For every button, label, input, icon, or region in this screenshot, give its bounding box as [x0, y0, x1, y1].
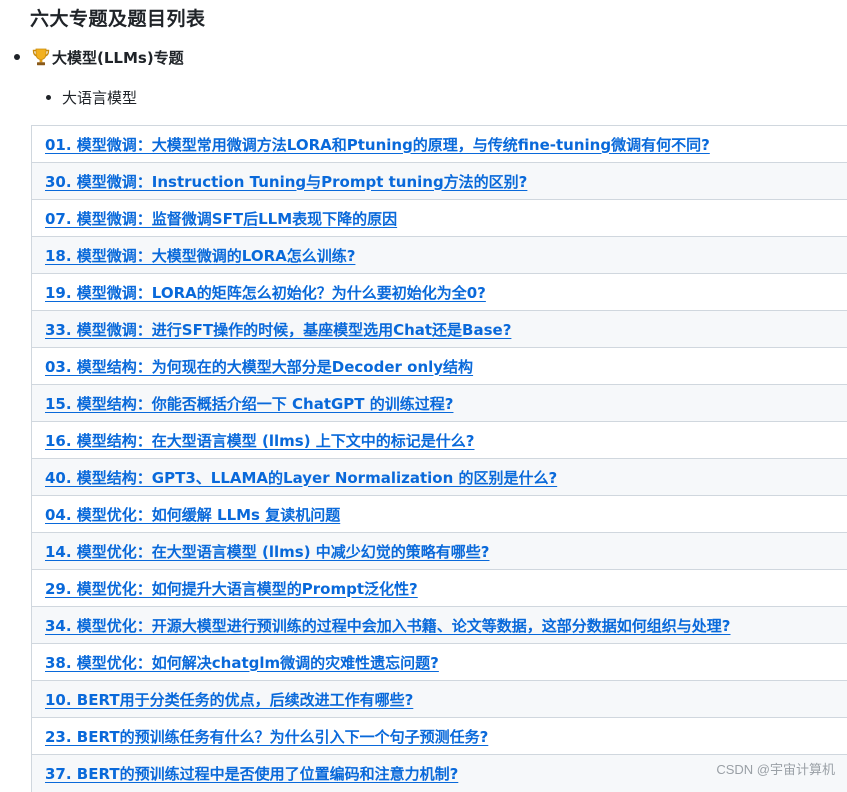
- topic-item: 大模型(LLMs)专题: [14, 44, 184, 70]
- question-link[interactable]: 03. 模型结构：为何现在的大模型大部分是Decoder only结构: [45, 358, 473, 376]
- subtopic-label: 大语言模型: [62, 87, 137, 108]
- table-cell: 10. BERT用于分类任务的优点，后续改进工作有哪些?: [32, 681, 847, 718]
- table-cell: 34. 模型优化：开源大模型进行预训练的过程中会加入书籍、论文等数据，这部分数据…: [32, 607, 847, 644]
- question-link[interactable]: 07. 模型微调：监督微调SFT后LLM表现下降的原因: [45, 210, 397, 228]
- question-link[interactable]: 29. 模型优化：如何提升大语言模型的Prompt泛化性?: [45, 580, 418, 598]
- table-cell: 40. 模型结构：GPT3、LLAMA的Layer Normalization …: [32, 459, 847, 496]
- table-cell: 04. 模型优化：如何缓解 LLMs 复读机问题: [32, 496, 847, 533]
- table-row: 40. 模型结构：GPT3、LLAMA的Layer Normalization …: [32, 459, 847, 496]
- question-link[interactable]: 16. 模型结构：在大型语言模型 (llms) 上下文中的标记是什么?: [45, 432, 475, 450]
- question-link[interactable]: 10. BERT用于分类任务的优点，后续改进工作有哪些?: [45, 691, 413, 709]
- table-row: 04. 模型优化：如何缓解 LLMs 复读机问题: [32, 496, 847, 533]
- table-row: 19. 模型微调：LORA的矩阵怎么初始化？为什么要初始化为全0?: [32, 274, 847, 311]
- question-link[interactable]: 15. 模型结构：你能否概括介绍一下 ChatGPT 的训练过程?: [45, 395, 453, 413]
- table-row: 10. BERT用于分类任务的优点，后续改进工作有哪些?: [32, 681, 847, 718]
- table-row: 14. 模型优化：在大型语言模型 (llms) 中减少幻觉的策略有哪些?: [32, 533, 847, 570]
- table-cell: 16. 模型结构：在大型语言模型 (llms) 上下文中的标记是什么?: [32, 422, 847, 459]
- table-row: 18. 模型微调：大模型微调的LORA怎么训练?: [32, 237, 847, 274]
- table-cell: 19. 模型微调：LORA的矩阵怎么初始化？为什么要初始化为全0?: [32, 274, 847, 311]
- question-link[interactable]: 01. 模型微调：大模型常用微调方法LORA和Ptuning的原理，与传统fin…: [45, 136, 710, 154]
- question-link[interactable]: 19. 模型微调：LORA的矩阵怎么初始化？为什么要初始化为全0?: [45, 284, 486, 302]
- table-row: 07. 模型微调：监督微调SFT后LLM表现下降的原因: [32, 200, 847, 237]
- table-row: 30. 模型微调：Instruction Tuning与Prompt tunin…: [32, 163, 847, 200]
- table-row: 23. BERT的预训练任务有什么？为什么引入下一个句子预测任务?: [32, 718, 847, 755]
- table-cell: 38. 模型优化：如何解决chatglm微调的灾难性遗忘问题?: [32, 644, 847, 681]
- question-link[interactable]: 40. 模型结构：GPT3、LLAMA的Layer Normalization …: [45, 469, 557, 487]
- table-row: 01. 模型微调：大模型常用微调方法LORA和Ptuning的原理，与传统fin…: [32, 126, 847, 163]
- page-title: 六大专题及题目列表: [30, 4, 206, 34]
- table-row: 33. 模型微调：进行SFT操作的时候，基座模型选用Chat还是Base?: [32, 311, 847, 348]
- question-link[interactable]: 33. 模型微调：进行SFT操作的时候，基座模型选用Chat还是Base?: [45, 321, 511, 339]
- table-cell: 29. 模型优化：如何提升大语言模型的Prompt泛化性?: [32, 570, 847, 607]
- table-row: 29. 模型优化：如何提升大语言模型的Prompt泛化性?: [32, 570, 847, 607]
- table-cell: 01. 模型微调：大模型常用微调方法LORA和Ptuning的原理，与传统fin…: [32, 126, 847, 163]
- question-table: 01. 模型微调：大模型常用微调方法LORA和Ptuning的原理，与传统fin…: [31, 125, 847, 792]
- table-row: 38. 模型优化：如何解决chatglm微调的灾难性遗忘问题?: [32, 644, 847, 681]
- question-link[interactable]: 23. BERT的预训练任务有什么？为什么引入下一个句子预测任务?: [45, 728, 488, 746]
- question-link[interactable]: 14. 模型优化：在大型语言模型 (llms) 中减少幻觉的策略有哪些?: [45, 543, 490, 561]
- topic-label: 大模型(LLMs)专题: [52, 47, 184, 68]
- trophy-icon: [32, 47, 50, 67]
- question-link[interactable]: 30. 模型微调：Instruction Tuning与Prompt tunin…: [45, 173, 527, 191]
- table-cell: 33. 模型微调：进行SFT操作的时候，基座模型选用Chat还是Base?: [32, 311, 847, 348]
- table-cell: 14. 模型优化：在大型语言模型 (llms) 中减少幻觉的策略有哪些?: [32, 533, 847, 570]
- table-cell: 15. 模型结构：你能否概括介绍一下 ChatGPT 的训练过程?: [32, 385, 847, 422]
- bullet-icon: [46, 95, 51, 100]
- table-row: 34. 模型优化：开源大模型进行预训练的过程中会加入书籍、论文等数据，这部分数据…: [32, 607, 847, 644]
- question-link[interactable]: 38. 模型优化：如何解决chatglm微调的灾难性遗忘问题?: [45, 654, 439, 672]
- bullet-icon: [14, 54, 20, 60]
- table-cell: 03. 模型结构：为何现在的大模型大部分是Decoder only结构: [32, 348, 847, 385]
- question-link[interactable]: 34. 模型优化：开源大模型进行预训练的过程中会加入书籍、论文等数据，这部分数据…: [45, 617, 731, 635]
- question-link[interactable]: 04. 模型优化：如何缓解 LLMs 复读机问题: [45, 506, 340, 524]
- question-link[interactable]: 18. 模型微调：大模型微调的LORA怎么训练?: [45, 247, 355, 265]
- table-cell: 30. 模型微调：Instruction Tuning与Prompt tunin…: [32, 163, 847, 200]
- table-row: 16. 模型结构：在大型语言模型 (llms) 上下文中的标记是什么?: [32, 422, 847, 459]
- table-cell: 23. BERT的预训练任务有什么？为什么引入下一个句子预测任务?: [32, 718, 847, 755]
- table-cell: 18. 模型微调：大模型微调的LORA怎么训练?: [32, 237, 847, 274]
- subtopic-item: 大语言模型: [46, 85, 137, 109]
- question-link[interactable]: 37. BERT的预训练过程中是否使用了位置编码和注意力机制?: [45, 765, 458, 783]
- table-row: 03. 模型结构：为何现在的大模型大部分是Decoder only结构: [32, 348, 847, 385]
- table-cell: 07. 模型微调：监督微调SFT后LLM表现下降的原因: [32, 200, 847, 237]
- watermark: CSDN @宇宙计算机: [716, 759, 835, 778]
- table-row: 15. 模型结构：你能否概括介绍一下 ChatGPT 的训练过程?: [32, 385, 847, 422]
